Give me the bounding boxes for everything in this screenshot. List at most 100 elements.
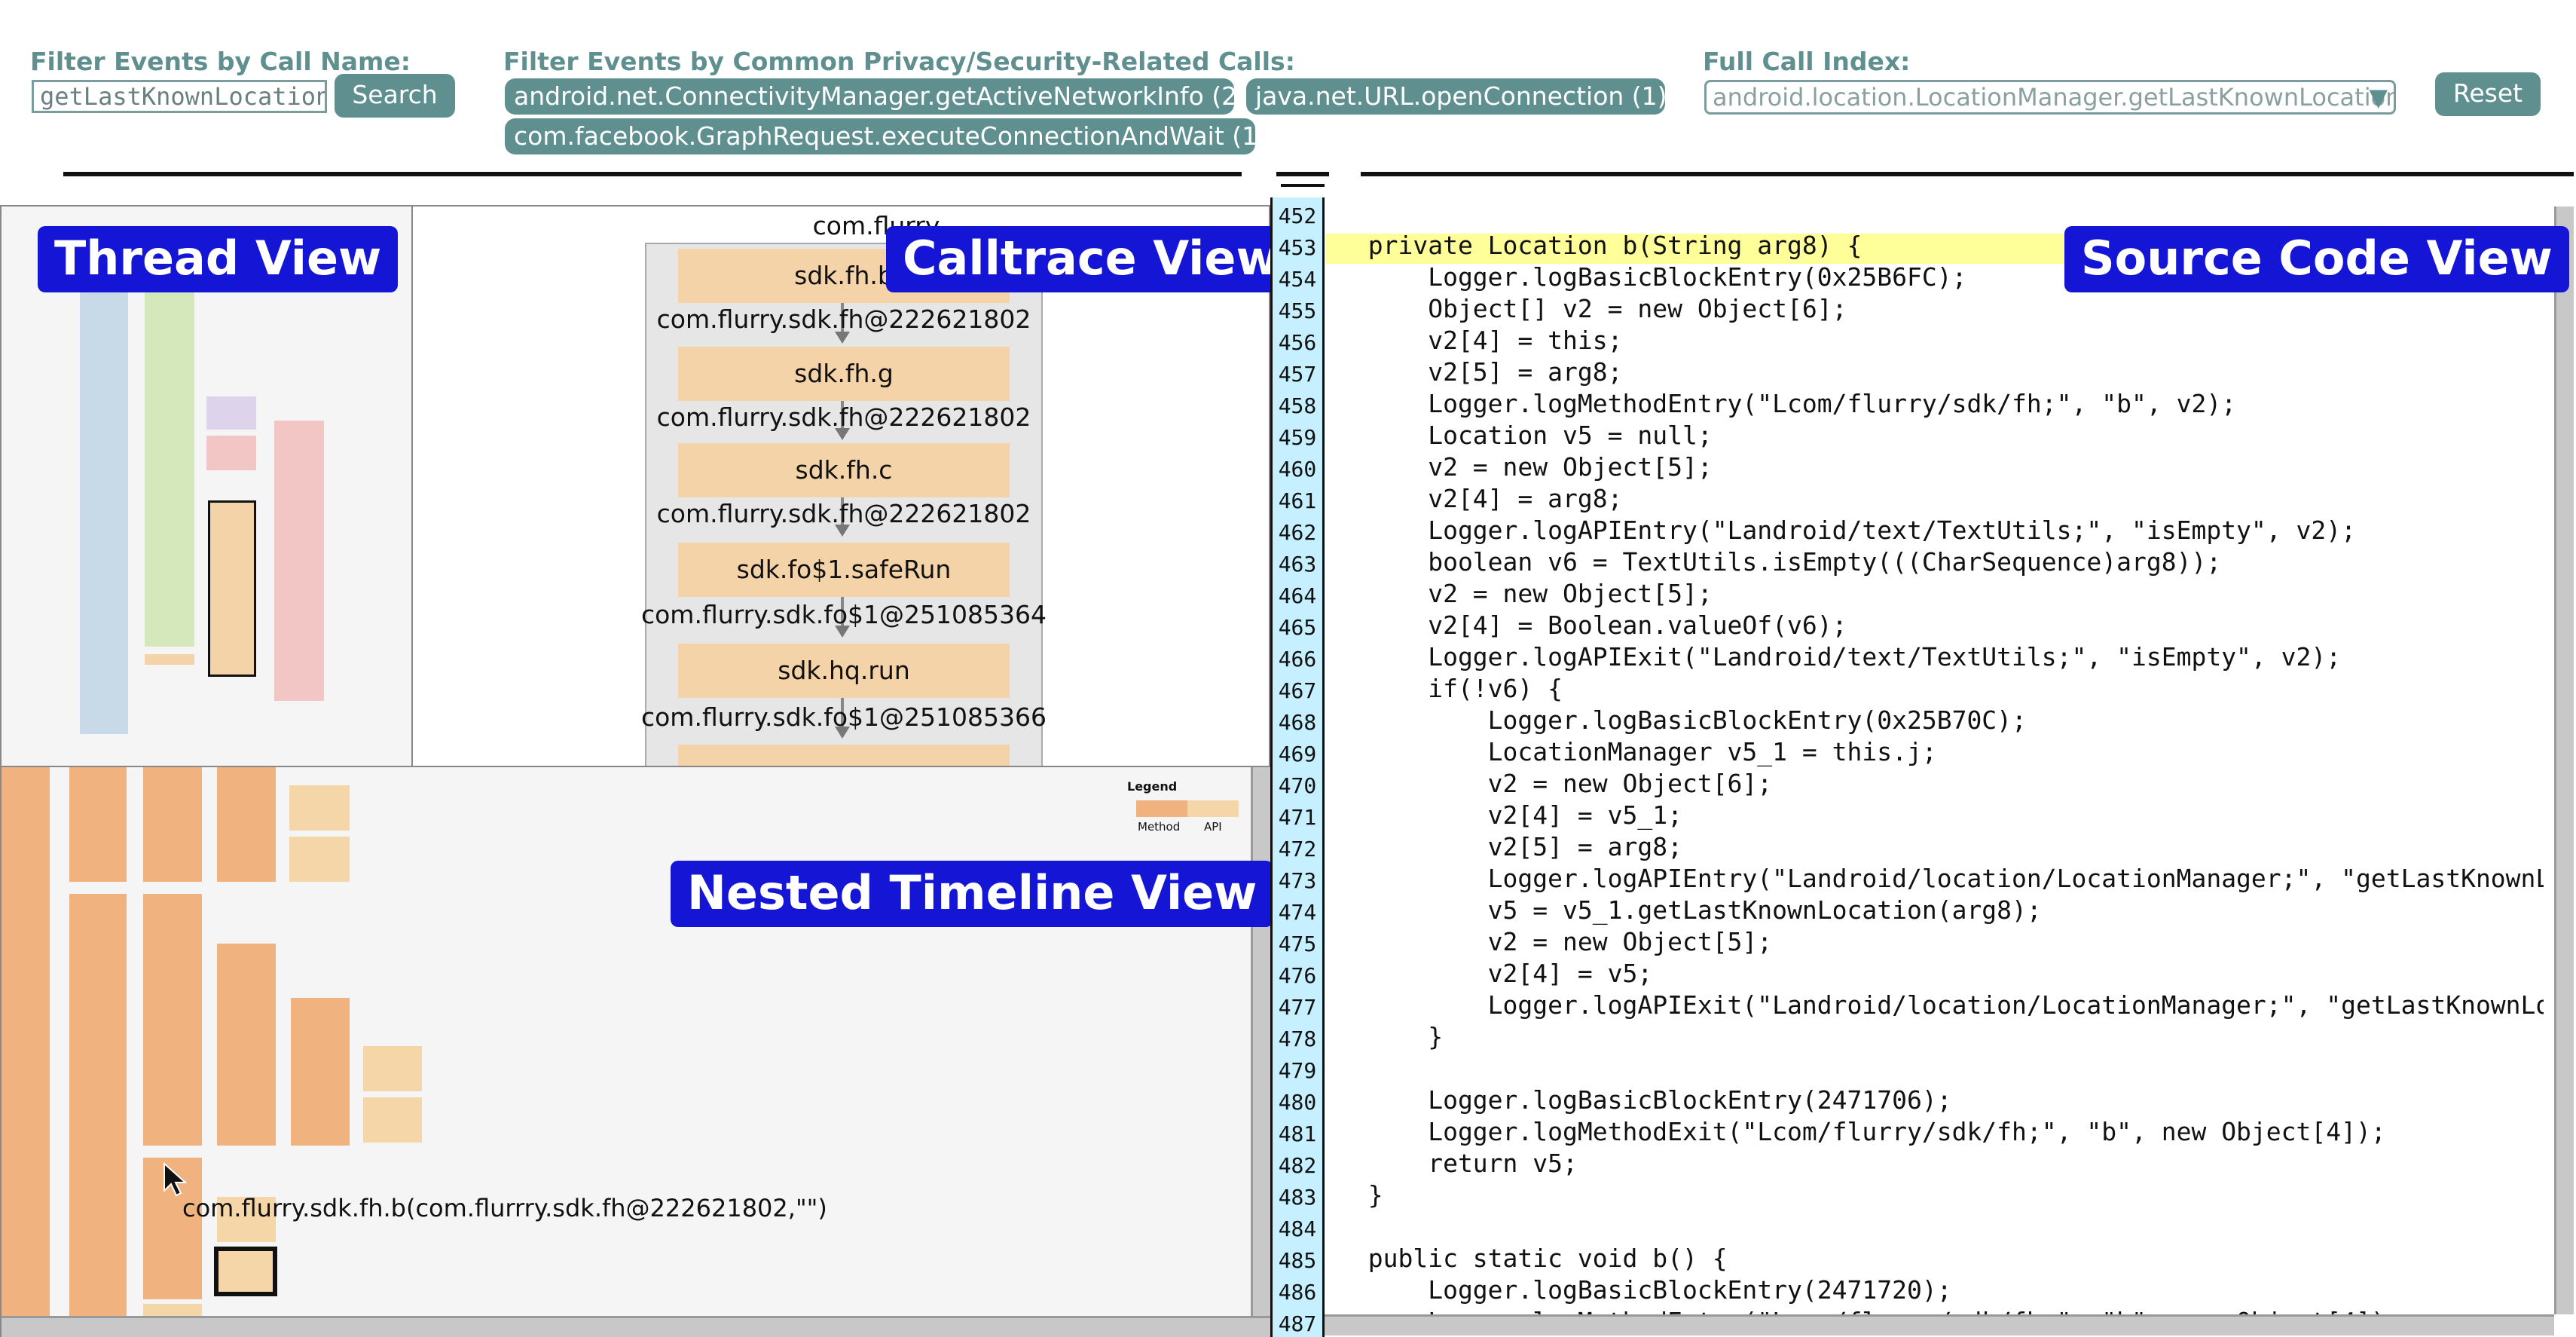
code-line: Object[] v2 = new Object[6]; (1338, 294, 1847, 323)
code-line: Location v5 = null; (1338, 421, 1713, 450)
calltrace-view-title: Calltrace View (886, 226, 1296, 292)
line-number-gutter: 452 453 454 455 456 457 458 459 460 461 … (1270, 197, 1325, 1337)
line-number: 478 (1278, 1026, 1317, 1051)
timeline-api-block[interactable] (363, 1097, 422, 1143)
code-line: return v5; (1338, 1149, 1578, 1178)
line-number: 454 (1278, 267, 1317, 292)
timeline-method-block[interactable] (143, 894, 202, 1146)
thread-bar-4[interactable] (206, 436, 256, 470)
legend-method-label: Method (1138, 820, 1181, 834)
timeline-api-block[interactable] (363, 1046, 422, 1091)
code-line: boolean v6 = TextUtils.isEmpty(((CharSeq… (1338, 547, 2222, 577)
timeline-horizontal-scrollbar[interactable] (2, 1316, 1270, 1337)
line-number: 487 (1278, 1311, 1317, 1336)
code-line: v2[4] = Boolean.valueOf(v6); (1338, 610, 1847, 640)
line-number: 483 (1278, 1185, 1317, 1210)
legend-api-swatch (1187, 800, 1239, 817)
code-line: v2 = new Object[5]; (1338, 579, 1713, 608)
legend-title: Legend (1127, 779, 1178, 794)
code-line: v2[4] = v5_1; (1338, 800, 1682, 830)
calltrace-node[interactable]: sdk.fo$1.safeRun (678, 543, 1010, 597)
line-number: 481 (1278, 1121, 1317, 1146)
code-line: v2[4] = this; (1338, 326, 1623, 355)
timeline-selected-block[interactable] (214, 1247, 277, 1296)
source-code-view-title: Source Code View (2064, 226, 2569, 292)
code-line: v2[5] = arg8; (1338, 832, 1682, 861)
code-line: v2[5] = arg8; (1338, 357, 1623, 387)
timeline-method-block[interactable] (217, 944, 276, 1146)
line-number: 480 (1278, 1090, 1317, 1115)
timeline-method-block[interactable] (2, 767, 50, 1317)
code-line: Logger.logBasicBlockEntry(0x25B70C); (1338, 705, 2027, 735)
code-line: v2[4] = arg8; (1338, 484, 1623, 513)
privacy-chip-graphrequest[interactable]: com.facebook.GraphRequest.executeConnect… (505, 118, 1267, 155)
thread-bar-selected[interactable] (208, 500, 256, 677)
thread-bar-5[interactable] (274, 421, 324, 701)
search-button[interactable]: Search (335, 74, 455, 118)
line-number: 459 (1278, 425, 1317, 450)
line-number: 477 (1278, 995, 1317, 1020)
line-number: 465 (1278, 615, 1317, 640)
full-call-index-select[interactable]: android.location.LocationManager.getLast… (1704, 80, 2396, 115)
line-number: 453 (1278, 235, 1317, 260)
calltrace-edge-label: com.flurry.sdk.fh@222621802 (656, 402, 1031, 432)
reset-button[interactable]: Reset (2435, 72, 2541, 116)
timeline-method-block[interactable] (291, 998, 350, 1146)
header-divider-mid-2 (1281, 184, 1325, 187)
timeline-api-block[interactable] (289, 837, 350, 882)
code-line: Logger.logAPIExit("Landroid/location/Loc… (1487, 990, 2544, 1020)
header-divider-left (63, 172, 1242, 176)
code-line: private Location b(String arg8) { (1338, 231, 1862, 260)
timeline-tooltip: com.flurry.sdk.fh.b(com.flurrry.sdk.fh@2… (182, 1194, 827, 1222)
code-area[interactable]: private Location b(String arg8) { Logger… (1338, 205, 2544, 1317)
code-horizontal-scrollbar[interactable] (1325, 1314, 2554, 1335)
privacy-chip-openconnection[interactable]: java.net.URL.openConnection (1) (1246, 78, 1667, 115)
line-number: 474 (1278, 900, 1317, 925)
thread-bar-3[interactable] (206, 396, 256, 430)
calltrace-node[interactable]: sdk.fh.c (678, 443, 1010, 497)
thread-bar-1[interactable] (80, 288, 128, 734)
nested-timeline-title: Nested Timeline View (671, 861, 1274, 927)
code-line: v2[4] = v5; (1338, 959, 1653, 988)
timeline-method-block[interactable] (69, 767, 127, 882)
code-line: } (1338, 1022, 1444, 1051)
timeline-api-block[interactable] (289, 785, 350, 831)
privacy-chip-connectivity[interactable]: android.net.ConnectivityManager.getActiv… (505, 78, 1247, 115)
line-number: 463 (1278, 552, 1317, 577)
timeline-method-block[interactable] (217, 767, 276, 882)
code-line: v2 = new Object[5]; (1338, 927, 1773, 956)
timeline-vertical-scrollbar[interactable] (1251, 767, 1270, 1316)
call-name-filter-label: Filter Events by Call Name: (30, 47, 411, 76)
timeline-method-block[interactable] (69, 894, 127, 1317)
line-number: 468 (1278, 710, 1317, 735)
code-line: Logger.logAPIExit("Landroid/text/TextUti… (1338, 642, 2342, 672)
timeline-method-block[interactable] (143, 767, 202, 882)
calltrace-node-partial[interactable] (678, 745, 1010, 766)
privacy-filter-label: Filter Events by Common Privacy/Security… (503, 47, 1295, 76)
line-number: 470 (1278, 773, 1317, 798)
header-divider-right (1361, 172, 2574, 176)
calltrace-node[interactable]: sdk.hq.run (678, 644, 1010, 698)
legend-api-label: API (1204, 820, 1222, 834)
line-number: 476 (1278, 963, 1317, 988)
calltrace-edge-label: com.flurry.sdk.fo$1@251085364 (640, 600, 1047, 629)
code-line: Logger.logBasicBlockEntry(0x25B6FC); (1338, 262, 1967, 292)
line-number: 486 (1278, 1280, 1317, 1305)
line-number: 485 (1278, 1248, 1317, 1273)
chevron-down-icon: ▼ (2369, 83, 2388, 112)
thread-bar-2[interactable] (145, 288, 194, 647)
calltrace-edge-label: com.flurry.sdk.fh@222621802 (656, 304, 1031, 334)
code-line: v2 = new Object[6]; (1338, 769, 1773, 798)
line-number: 461 (1278, 488, 1317, 513)
thread-bar-2b[interactable] (145, 654, 194, 665)
code-vertical-scrollbar[interactable] (2554, 207, 2574, 1314)
calltrace-node[interactable]: sdk.fh.g (678, 347, 1010, 401)
line-number: 473 (1278, 868, 1317, 893)
line-number: 452 (1278, 203, 1317, 228)
nested-timeline-panel[interactable]: com.flurry.sdk.fh.b(com.flurrry.sdk.fh@2… (0, 766, 1270, 1337)
code-line: Logger.logBasicBlockEntry(2471706); (1338, 1085, 1952, 1115)
call-name-input[interactable]: getLastKnownLocation (32, 80, 327, 113)
thread-view-title: Thread View (38, 226, 399, 292)
code-line: v2 = new Object[5]; (1338, 452, 1713, 482)
line-number: 479 (1278, 1058, 1317, 1083)
